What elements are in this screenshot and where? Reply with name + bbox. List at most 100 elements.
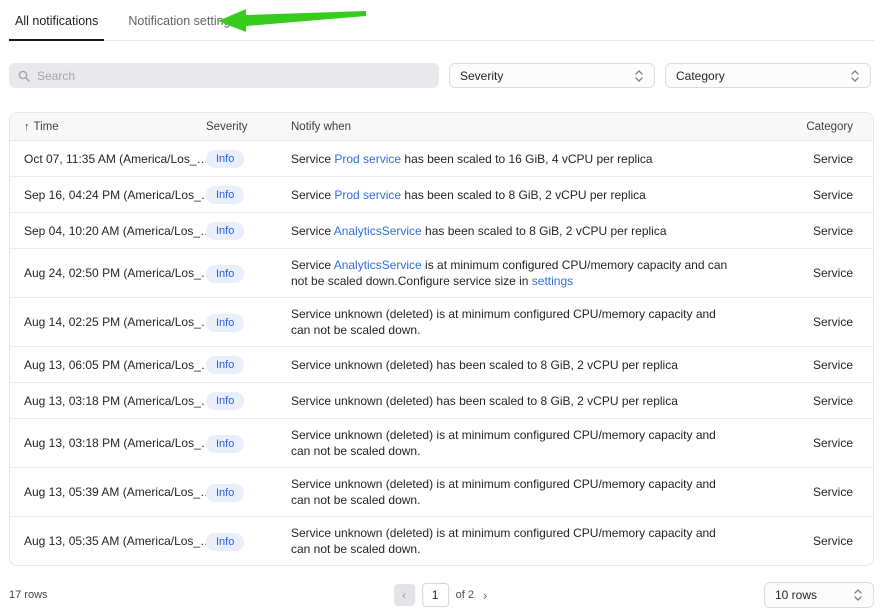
row-time: Aug 13, 03:18 PM (America/Los_… bbox=[10, 436, 206, 450]
pagination: ‹ of 2 › bbox=[394, 583, 490, 607]
message-text: Service unknown (deleted) is at minimum … bbox=[291, 428, 716, 458]
page-number-input[interactable] bbox=[422, 583, 449, 607]
page-size-value: 10 rows bbox=[775, 588, 817, 602]
chevron-updown-icon bbox=[634, 69, 644, 83]
row-time: Sep 04, 10:20 AM (America/Los_… bbox=[10, 224, 206, 238]
message-text: Service unknown (deleted) is at minimum … bbox=[291, 307, 716, 337]
row-category: Service bbox=[789, 224, 873, 238]
severity-badge: Info bbox=[206, 533, 244, 551]
rows-count-label: 17 rows bbox=[9, 589, 48, 601]
filter-bar: Severity Category bbox=[9, 63, 874, 88]
row-notify-when: Service unknown (deleted) is at minimum … bbox=[291, 298, 789, 346]
row-severity: Info bbox=[206, 313, 291, 332]
row-severity: Info bbox=[206, 532, 291, 551]
message-text: Service bbox=[291, 258, 334, 272]
table-header-row: ↑Time Severity Notify when Category bbox=[10, 113, 873, 141]
row-notify-when: Service unknown (deleted) is at minimum … bbox=[291, 517, 789, 565]
sort-ascending-icon: ↑ bbox=[24, 121, 30, 133]
notifications-table: ↑Time Severity Notify when Category Oct … bbox=[9, 112, 874, 566]
table-row: Aug 13, 05:39 AM (America/Los_… Info Ser… bbox=[10, 468, 873, 517]
row-time: Sep 16, 04:24 PM (America/Los_… bbox=[10, 188, 206, 202]
table-row: Sep 16, 04:24 PM (America/Los_… Info Ser… bbox=[10, 177, 873, 213]
table-footer: 17 rows ‹ of 2 › 10 rows bbox=[9, 582, 874, 608]
notify-message: Service unknown (deleted) is at minimum … bbox=[291, 427, 738, 459]
row-severity: Info bbox=[206, 149, 291, 168]
row-category: Service bbox=[789, 315, 873, 329]
severity-badge: Info bbox=[206, 392, 244, 410]
row-time: Aug 13, 03:18 PM (America/Los_… bbox=[10, 394, 206, 408]
row-time: Aug 13, 06:05 PM (America/Los_… bbox=[10, 358, 206, 372]
severity-badge: Info bbox=[206, 150, 244, 168]
table-row: Aug 13, 06:05 PM (America/Los_… Info Ser… bbox=[10, 347, 873, 383]
row-notify-when: Service unknown (deleted) is at minimum … bbox=[291, 419, 789, 467]
row-time: Aug 24, 02:50 PM (America/Los_… bbox=[10, 266, 206, 280]
message-link[interactable]: AnalyticsService bbox=[334, 258, 422, 272]
message-text: Service bbox=[291, 224, 334, 238]
search-icon bbox=[18, 70, 30, 82]
next-page-button[interactable]: › bbox=[481, 588, 489, 603]
row-severity: Info bbox=[206, 391, 291, 410]
row-severity: Info bbox=[206, 434, 291, 453]
message-link[interactable]: Prod service bbox=[334, 152, 401, 166]
notifications-page: All notifications Notification settings … bbox=[0, 0, 883, 610]
notify-message: Service Prod service has been scaled to … bbox=[291, 151, 738, 167]
row-notify-when: Service AnalyticsService has been scaled… bbox=[291, 215, 789, 247]
page-size-select[interactable]: 10 rows bbox=[764, 582, 874, 608]
message-text: has been scaled to 16 GiB, 4 vCPU per re… bbox=[401, 152, 652, 166]
row-severity: Info bbox=[206, 264, 291, 283]
chevron-updown-icon bbox=[850, 69, 860, 83]
table-row: Aug 13, 05:35 AM (America/Los_… Info Ser… bbox=[10, 517, 873, 565]
notify-message: Service unknown (deleted) has been scale… bbox=[291, 357, 738, 373]
severity-select-value: Severity bbox=[460, 69, 503, 83]
message-text: Service bbox=[291, 152, 334, 166]
table-row: Aug 14, 02:25 PM (America/Los_… Info Ser… bbox=[10, 298, 873, 347]
message-text: Service unknown (deleted) is at minimum … bbox=[291, 477, 716, 507]
search-input[interactable] bbox=[37, 69, 430, 83]
severity-badge: Info bbox=[206, 484, 244, 502]
notify-message: Service AnalyticsService has been scaled… bbox=[291, 223, 738, 239]
column-header-time[interactable]: ↑Time bbox=[10, 121, 206, 133]
row-severity: Info bbox=[206, 355, 291, 374]
row-time: Aug 14, 02:25 PM (America/Los_… bbox=[10, 315, 206, 329]
message-link[interactable]: settings bbox=[532, 274, 573, 288]
search-box[interactable] bbox=[9, 63, 439, 88]
column-header-severity[interactable]: Severity bbox=[206, 121, 291, 133]
page-count-label: of 2 bbox=[456, 589, 474, 601]
row-notify-when: Service Prod service has been scaled to … bbox=[291, 179, 789, 211]
notify-message: Service Prod service has been scaled to … bbox=[291, 187, 738, 203]
table-row: Aug 24, 02:50 PM (America/Los_… Info Ser… bbox=[10, 249, 873, 298]
severity-badge: Info bbox=[206, 435, 244, 453]
row-category: Service bbox=[789, 358, 873, 372]
column-header-category[interactable]: Category bbox=[789, 121, 873, 133]
row-severity: Info bbox=[206, 483, 291, 502]
notify-message: Service unknown (deleted) is at minimum … bbox=[291, 476, 738, 508]
notify-message: Service AnalyticsService is at minimum c… bbox=[291, 257, 738, 289]
column-header-notify-when[interactable]: Notify when bbox=[291, 113, 789, 141]
table-row: Aug 13, 03:18 PM (America/Los_… Info Ser… bbox=[10, 419, 873, 468]
row-severity: Info bbox=[206, 185, 291, 204]
severity-select[interactable]: Severity bbox=[449, 63, 655, 88]
row-notify-when: Service unknown (deleted) is at minimum … bbox=[291, 468, 789, 516]
row-category: Service bbox=[789, 436, 873, 450]
tab-notification-settings[interactable]: Notification settings bbox=[122, 8, 242, 40]
message-link[interactable]: AnalyticsService bbox=[334, 224, 422, 238]
message-text: Service unknown (deleted) is at minimum … bbox=[291, 526, 716, 556]
notify-message: Service unknown (deleted) has been scale… bbox=[291, 393, 738, 409]
tab-bar: All notifications Notification settings bbox=[9, 0, 874, 41]
tab-all-notifications[interactable]: All notifications bbox=[9, 8, 104, 41]
row-time: Aug 13, 05:35 AM (America/Los_… bbox=[10, 534, 206, 548]
chevron-updown-icon bbox=[853, 588, 863, 602]
table-row: Sep 04, 10:20 AM (America/Los_… Info Ser… bbox=[10, 213, 873, 249]
severity-badge: Info bbox=[206, 356, 244, 374]
message-text: Service unknown (deleted) has been scale… bbox=[291, 358, 678, 372]
previous-page-button[interactable]: ‹ bbox=[394, 584, 415, 606]
severity-badge: Info bbox=[206, 314, 244, 332]
category-select-value: Category bbox=[676, 69, 725, 83]
message-text: Service unknown (deleted) has been scale… bbox=[291, 394, 678, 408]
row-notify-when: Service AnalyticsService is at minimum c… bbox=[291, 249, 789, 297]
category-select[interactable]: Category bbox=[665, 63, 871, 88]
message-link[interactable]: Prod service bbox=[334, 188, 401, 202]
notify-message: Service unknown (deleted) is at minimum … bbox=[291, 525, 738, 557]
table-row: Aug 13, 03:18 PM (America/Los_… Info Ser… bbox=[10, 383, 873, 419]
message-text: has been scaled to 8 GiB, 2 vCPU per rep… bbox=[422, 224, 667, 238]
